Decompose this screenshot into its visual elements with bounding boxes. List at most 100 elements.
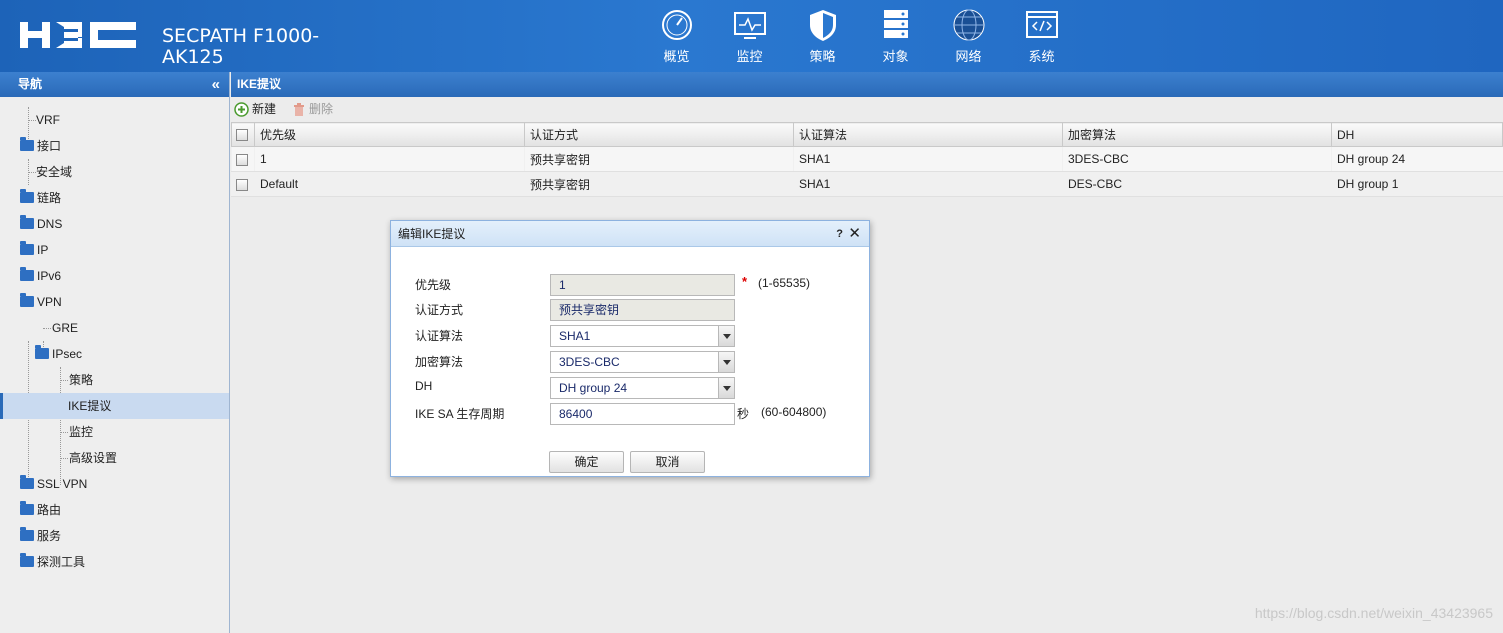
enc-alg-row: 加密算法 3DES-CBC	[415, 351, 855, 373]
chevron-down-icon[interactable]	[718, 352, 734, 372]
ok-button[interactable]: 确定	[549, 451, 624, 473]
cell-auth-alg: SHA1	[793, 146, 1063, 172]
cell-priority: Default	[254, 171, 525, 197]
tree-item-ike-proposal[interactable]: IKE提议	[0, 393, 229, 419]
collapse-icon[interactable]: «	[212, 72, 220, 97]
page-title: IKE提议	[231, 72, 1503, 97]
tree-item-vpn[interactable]: VPN	[0, 289, 229, 315]
new-button[interactable]: 新建	[234, 97, 276, 122]
product-line1: SECPATH F1000-	[162, 25, 320, 47]
product-line2: AK125	[162, 46, 224, 68]
col-auth-method[interactable]: 认证方式	[524, 122, 794, 147]
help-icon[interactable]: ?	[836, 221, 843, 247]
auth-method-field[interactable]: 预共享密钥	[550, 299, 735, 321]
ike-proposal-table: 优先级 认证方式 认证算法 加密算法 DH 1 预共享密钥 SHA1 3DES-…	[231, 122, 1503, 197]
tree-label: VRF	[36, 113, 60, 127]
tree-label: 路由	[37, 503, 62, 517]
tree-label: 监控	[69, 425, 94, 439]
row-select-cell[interactable]	[231, 146, 255, 172]
tree-label: IPv6	[37, 269, 62, 283]
h3c-logo	[20, 22, 136, 48]
tree-item-advanced-settings[interactable]: 高级设置	[0, 445, 229, 471]
table-row[interactable]: Default 预共享密钥 SHA1 DES-CBC DH group 1	[231, 171, 1503, 197]
nav-monitor[interactable]: 监控	[713, 8, 786, 68]
nav-overview-label: 概览	[663, 49, 690, 64]
toolbar: 新建 删除	[231, 97, 1503, 122]
auth-method-label: 认证方式	[415, 303, 464, 317]
tree-label: SSL VPN	[37, 477, 88, 491]
tree-label: 接口	[37, 139, 62, 153]
tree-item-ssl-vpn[interactable]: SSL VPN	[0, 471, 229, 497]
priority-field[interactable]: 1	[550, 274, 735, 296]
close-icon[interactable]: ✕	[848, 221, 861, 247]
select-all-checkbox[interactable]	[236, 129, 248, 142]
product-name: SECPATH F1000- AK125	[162, 26, 319, 68]
auth-method-row: 认证方式 预共享密钥	[415, 299, 855, 321]
nav-network[interactable]: 网络	[932, 8, 1005, 68]
lifetime-unit: 秒	[737, 407, 750, 421]
cell-auth-method: 预共享密钥	[524, 171, 794, 197]
tree-item-ip[interactable]: IP	[0, 237, 229, 263]
dh-select[interactable]: DH group 24	[550, 377, 735, 399]
lifetime-input[interactable]: 86400	[550, 403, 735, 425]
select-all-cell[interactable]	[231, 122, 255, 147]
nav-network-label: 网络	[955, 49, 982, 64]
auth-alg-select[interactable]: SHA1	[550, 325, 735, 347]
tree-item-ipv6[interactable]: IPv6	[0, 263, 229, 289]
tree-label: 策略	[69, 373, 94, 387]
priority-row: 优先级 1 * (1-65535)	[415, 274, 855, 296]
row-checkbox[interactable]	[236, 153, 248, 166]
enc-alg-select[interactable]: 3DES-CBC	[550, 351, 735, 373]
tree-item-ipsec-policy[interactable]: 策略	[0, 367, 229, 393]
folder-icon	[20, 527, 34, 541]
tree-item-routing[interactable]: 路由	[0, 497, 229, 523]
chevron-down-icon[interactable]	[718, 378, 734, 398]
tree-item-security-zone[interactable]: 安全域	[0, 159, 229, 185]
col-enc-alg[interactable]: 加密算法	[1062, 122, 1332, 147]
tree-item-ipsec[interactable]: IPsec	[0, 341, 229, 367]
enc-alg-label: 加密算法	[415, 355, 464, 369]
delete-button[interactable]: 删除	[292, 97, 333, 122]
col-dh[interactable]: DH	[1331, 122, 1503, 147]
table-row[interactable]: 1 预共享密钥 SHA1 3DES-CBC DH group 24	[231, 146, 1503, 172]
row-select-cell[interactable]	[231, 171, 255, 197]
row-checkbox[interactable]	[236, 178, 248, 191]
tree-item-interface[interactable]: 接口	[0, 133, 229, 159]
lifetime-row: IKE SA 生存周期 86400 秒 (60-604800)	[415, 403, 855, 425]
cell-dh: DH group 24	[1331, 146, 1503, 172]
tree-label: DNS	[37, 217, 63, 231]
col-priority[interactable]: 优先级	[254, 122, 525, 147]
tree-item-link[interactable]: 链路	[0, 185, 229, 211]
tree-item-dns[interactable]: DNS	[0, 211, 229, 237]
nav-object[interactable]: 对象	[859, 8, 932, 68]
tree-label: 服务	[37, 529, 62, 543]
top-nav: 概览 监控 策略 对象 网络 系统	[640, 8, 1078, 68]
tree-item-services[interactable]: 服务	[0, 523, 229, 549]
dialog-title: 编辑IKE提议	[398, 227, 466, 241]
nav-system[interactable]: 系统	[1005, 8, 1078, 68]
col-auth-alg[interactable]: 认证算法	[793, 122, 1063, 147]
top-header: SECPATH F1000- AK125 概览 监控 策略 对象 网络 系统	[0, 0, 1503, 72]
auth-alg-row: 认证算法 SHA1	[415, 325, 855, 347]
folder-icon	[20, 475, 34, 489]
add-circle-icon	[234, 102, 249, 117]
shield-icon	[809, 10, 836, 41]
tree-item-vrf[interactable]: VRF	[0, 107, 229, 133]
nav-policy[interactable]: 策略	[786, 8, 859, 68]
tree-item-probe-tools[interactable]: 探测工具	[0, 549, 229, 575]
dh-label: DH	[415, 379, 433, 393]
tree-item-ipsec-monitor[interactable]: 监控	[0, 419, 229, 445]
monitor-icon	[733, 12, 766, 39]
tree-item-gre[interactable]: GRE	[0, 315, 229, 341]
folder-icon	[20, 137, 34, 151]
internet-globe-icon	[953, 9, 984, 41]
chevron-down-icon[interactable]	[718, 326, 734, 346]
priority-hint: (1-65535)	[758, 276, 811, 290]
tree-label: IKE提议	[68, 399, 112, 413]
lifetime-label: IKE SA 生存周期	[415, 407, 505, 421]
sidebar-header: 导航 «	[0, 72, 229, 97]
nav-overview[interactable]: 概览	[640, 8, 713, 68]
enc-alg-value: 3DES-CBC	[559, 355, 620, 369]
cancel-button[interactable]: 取消	[630, 451, 705, 473]
tree-label: 高级设置	[69, 451, 118, 465]
